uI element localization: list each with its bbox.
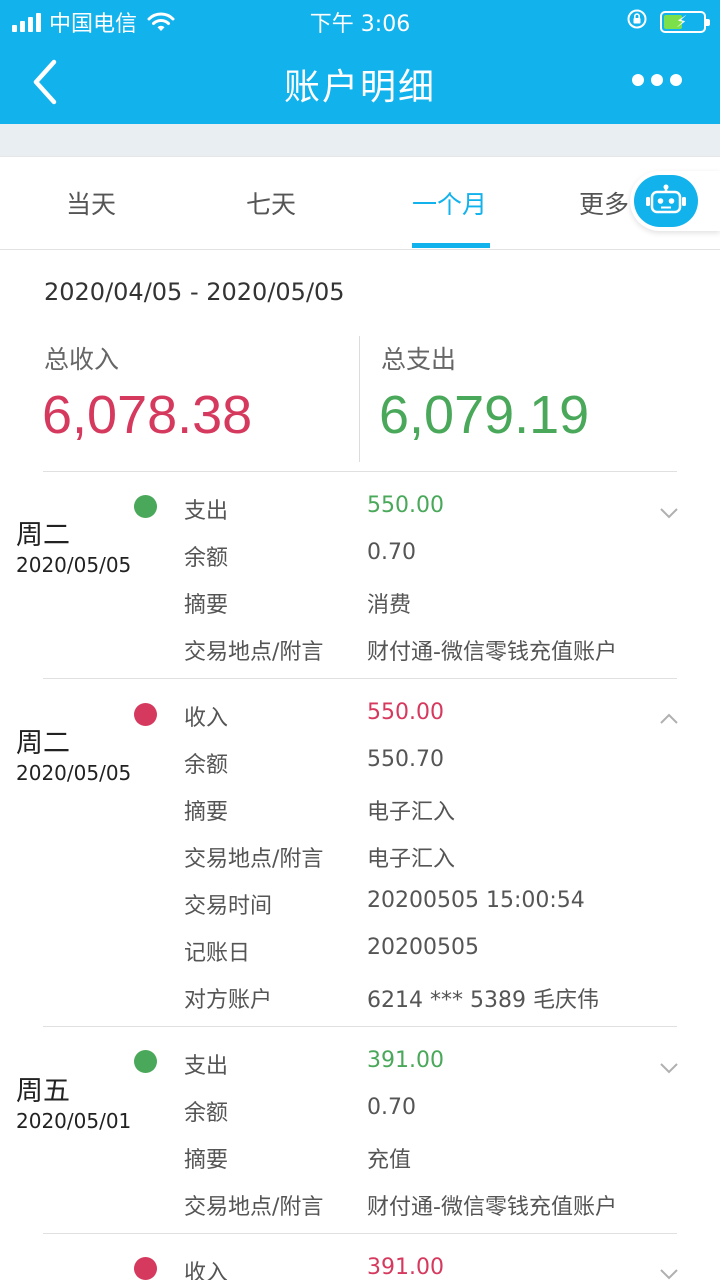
chevron-up-icon[interactable]: [659, 712, 679, 726]
record-date: 2020/05/05: [16, 761, 132, 785]
total-income-label: 总收入: [44, 345, 120, 374]
period-tabs: 当天 七天 一个月 更多: [0, 156, 720, 250]
field-label: 余额: [184, 753, 229, 778]
record-date: 2020/05/05: [16, 553, 132, 577]
chevron-down-icon[interactable]: [659, 506, 679, 520]
record-weekday: 周二: [16, 520, 70, 551]
field-value: 电子汇入: [367, 800, 456, 825]
field-value: 20200505 15:00:54: [367, 888, 585, 913]
field-label: 支出: [184, 1054, 229, 1079]
field-label: 记账日: [184, 941, 251, 966]
tab-today[interactable]: 当天: [66, 185, 116, 221]
field-label: 交易地点/附言: [184, 847, 324, 872]
expense-dot-icon: [134, 495, 157, 518]
field-label: 交易地点/附言: [184, 1195, 324, 1220]
field-label: 支出: [184, 499, 229, 524]
field-label: 摘要: [184, 1148, 229, 1173]
wifi-icon: [147, 11, 175, 33]
record-weekday: 周五: [16, 1076, 70, 1107]
field-label: 交易时间: [184, 894, 273, 919]
tab-one-month[interactable]: 一个月: [412, 185, 487, 221]
field-value: 6214 *** 5389 毛庆伟: [367, 988, 599, 1013]
signal-icon: [12, 12, 41, 32]
orientation-lock-icon: [626, 8, 648, 36]
field-value: 0.70: [367, 1095, 416, 1120]
field-label: 收入: [184, 1261, 229, 1280]
assistant-button[interactable]: [630, 171, 720, 231]
divider: [43, 1026, 677, 1027]
total-expense-label: 总支出: [381, 345, 457, 374]
field-label: 交易地点/附言: [184, 640, 324, 665]
total-expense-value: 6,079.19: [379, 385, 590, 445]
page-title: 账户明细: [283, 67, 436, 108]
field-value: 0.70: [367, 540, 416, 565]
field-value: 财付通-微信零钱充值账户: [367, 1195, 617, 1220]
robot-icon: [646, 184, 686, 214]
date-range: 2020/04/05 - 2020/05/05: [44, 278, 345, 306]
field-value-amount: 550.00: [367, 493, 444, 518]
field-label: 摘要: [184, 800, 229, 825]
record-weekday: 周二: [16, 728, 70, 759]
field-value: 电子汇入: [367, 847, 456, 872]
battery-icon: ⚡: [660, 11, 710, 33]
divider: [43, 678, 677, 679]
field-label: 余额: [184, 546, 229, 571]
field-label: 余额: [184, 1101, 229, 1126]
tab-more[interactable]: 更多: [579, 185, 629, 221]
header-spacer: [0, 124, 720, 156]
divider: [43, 1233, 677, 1234]
field-value-amount: 550.00: [367, 700, 444, 725]
income-dot-icon: [134, 1257, 157, 1280]
carrier-name: 中国电信: [49, 12, 138, 37]
record-date: 2020/05/01: [16, 1109, 132, 1133]
status-bar: 中国电信 下午 3:06 ⚡: [0, 0, 720, 40]
chevron-down-icon[interactable]: [659, 1267, 679, 1280]
divider: [43, 471, 677, 472]
field-label: 摘要: [184, 593, 229, 618]
field-value-amount: 391.00: [367, 1048, 444, 1073]
nav-bar: 账户明细: [0, 40, 720, 124]
field-value: 20200505: [367, 935, 479, 960]
total-income-value: 6,078.38: [42, 385, 253, 445]
field-label: 收入: [184, 706, 229, 731]
field-value: 财付通-微信零钱充值账户: [367, 640, 617, 665]
expense-dot-icon: [134, 1050, 157, 1073]
field-value: 消费: [367, 593, 412, 618]
tab-seven-days[interactable]: 七天: [246, 185, 296, 221]
field-value: 550.70: [367, 747, 444, 772]
field-value: 充值: [367, 1148, 412, 1173]
field-label: 对方账户: [184, 988, 273, 1013]
more-options-button[interactable]: [632, 74, 682, 86]
chevron-down-icon[interactable]: [659, 1061, 679, 1075]
summary-divider: [359, 336, 360, 462]
field-value-amount: 391.00: [367, 1255, 444, 1280]
active-tab-indicator: [412, 243, 490, 248]
more-dots-icon: [632, 74, 644, 86]
income-dot-icon: [134, 703, 157, 726]
